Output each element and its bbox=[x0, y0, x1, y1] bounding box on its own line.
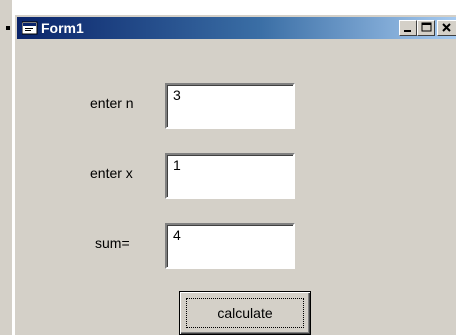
maximize-button[interactable] bbox=[417, 20, 435, 36]
form1-window: Form1 enter n 3 enter x 1 sum= 4 calcula… bbox=[14, 14, 456, 335]
title-bar[interactable]: Form1 bbox=[17, 17, 456, 39]
calculate-button-label: calculate bbox=[186, 298, 304, 328]
sum-output[interactable]: 4 bbox=[165, 223, 295, 269]
close-icon bbox=[442, 23, 451, 32]
minimize-button[interactable] bbox=[399, 20, 417, 36]
desktop: Form1 enter n 3 enter x 1 sum= 4 calcula… bbox=[0, 0, 456, 335]
close-button[interactable] bbox=[437, 20, 456, 36]
form-icon bbox=[21, 21, 38, 35]
window-title: Form1 bbox=[41, 20, 84, 36]
sum-label: sum= bbox=[95, 235, 130, 251]
x-input[interactable]: 1 bbox=[165, 153, 295, 199]
enter-n-label: enter n bbox=[90, 95, 134, 111]
background-window-strip bbox=[14, 0, 456, 15]
calculate-button[interactable]: calculate bbox=[179, 291, 311, 335]
maximize-icon bbox=[421, 22, 432, 32]
minimize-icon bbox=[404, 30, 411, 32]
n-input[interactable]: 3 bbox=[165, 83, 295, 129]
enter-x-label: enter x bbox=[90, 165, 133, 181]
background-window-edge bbox=[0, 0, 14, 335]
